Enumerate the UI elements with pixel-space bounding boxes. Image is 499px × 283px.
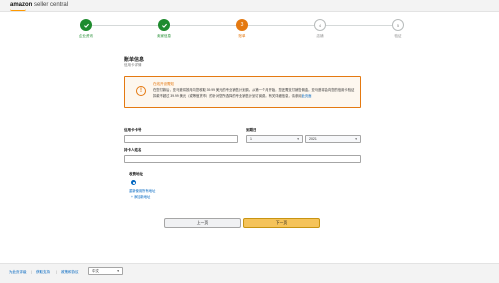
logo-product: seller central	[34, 2, 69, 8]
reuse-address-link[interactable]: 重新使用所有地址	[129, 188, 155, 193]
chevron-down-icon: ▾	[117, 269, 119, 273]
page-subtitle: 信用卡详情	[124, 63, 142, 67]
add-address-link[interactable]: + 添加新地址	[131, 194, 150, 199]
alert-title: 在线开设需知	[153, 82, 174, 86]
expiry-year-select[interactable]: 2021 ▾	[305, 135, 361, 143]
language-value: 中文	[92, 269, 99, 273]
step-1-label: 企业资讯	[79, 34, 93, 38]
footer: 为此页评级 | 获取支持 | 政策和协议 中文 ▾	[0, 263, 499, 283]
step-4-label: 店铺	[316, 34, 324, 38]
expiry-year-value: 2021	[309, 137, 317, 141]
expiry-month-select[interactable]: 1 ▾	[246, 135, 303, 143]
step-4-indicator: 4	[314, 19, 326, 31]
billing-address-title: 收费地址	[129, 172, 143, 176]
footer-link-rate-page[interactable]: 为此页评级	[9, 270, 27, 275]
step-3-label: 账单	[238, 34, 246, 38]
amazon-smile-icon	[10, 9, 26, 11]
card-number-label: 信用卡卡号	[124, 128, 142, 132]
billing-form-card: 账单信息 信用卡详情 ! 在线开设需知 在您付款后，亚马逊将按月向您收取 39.…	[107, 48, 369, 238]
next-button[interactable]: 下一页	[243, 218, 320, 228]
previous-button[interactable]: 上一页	[164, 218, 241, 228]
footer-link-policies[interactable]: 政策和协议	[61, 270, 79, 275]
address-radio[interactable]	[131, 180, 136, 185]
alert-body: 在您付款后，亚马逊将按月向您收取 39.99 美元的专业销售计划费。从第一个月开…	[153, 88, 355, 98]
card-holder-input[interactable]	[124, 155, 361, 163]
logo-brand: amazon	[10, 2, 33, 8]
step-5-label: 验证	[394, 34, 402, 38]
language-select[interactable]: 中文 ▾	[88, 267, 123, 275]
alert-info-icon: !	[136, 86, 146, 96]
step-2-label: 卖家信息	[157, 34, 171, 38]
expiry-label: 到期日	[246, 128, 257, 132]
card-holder-label: 持卡人姓名	[124, 148, 142, 152]
footer-separator: |	[56, 270, 57, 274]
page-title: 账单信息	[124, 57, 145, 63]
step-3-indicator: 3	[236, 19, 248, 31]
card-number-input[interactable]	[124, 135, 238, 143]
step-5-indicator: 5	[392, 19, 404, 31]
step-2-check-icon	[158, 19, 170, 31]
fee-notice-alert: ! 在线开设需知 在您付款后，亚马逊将按月向您收取 39.99 美元的专业销售计…	[124, 76, 361, 108]
chevron-down-icon: ▾	[355, 137, 357, 141]
expiry-month-value: 1	[250, 137, 252, 141]
footer-link-support[interactable]: 获取支持	[36, 270, 50, 275]
footer-separator: |	[31, 270, 32, 274]
alert-text: 在您付款后，亚马逊将按月向您收取 39.99 美元的专业销售计划费。从第一个月开…	[153, 88, 357, 99]
alert-link[interactable]: 此页面	[302, 94, 312, 98]
step-1-check-icon	[80, 19, 92, 31]
chevron-down-icon: ▾	[297, 137, 299, 141]
top-bar: amazon seller central	[0, 0, 499, 12]
